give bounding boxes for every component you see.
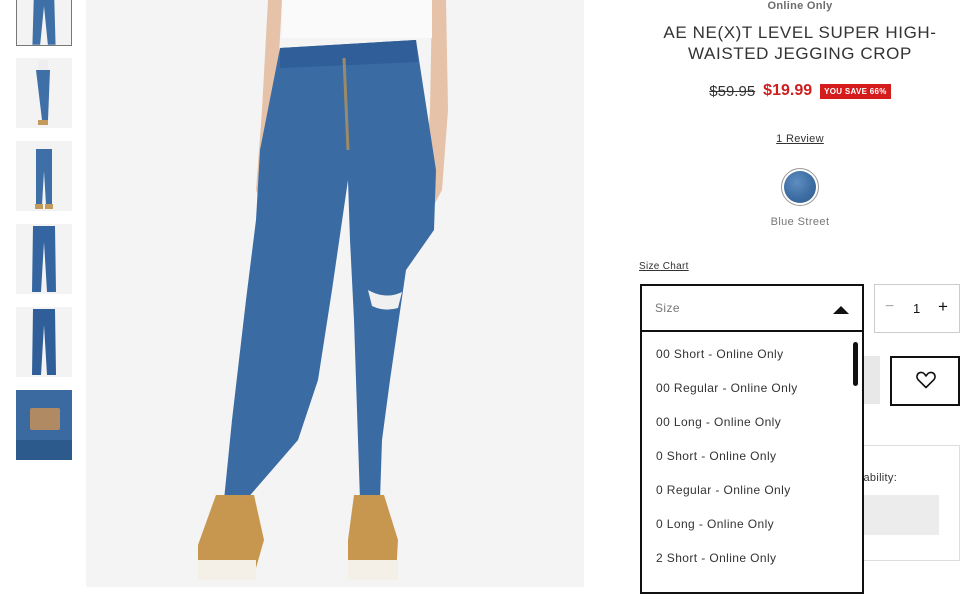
quantity-stepper: − 1 +: [874, 284, 960, 333]
reviews-link[interactable]: 1 Review: [640, 133, 960, 145]
size-option[interactable]: 00 Short - Online Only: [656, 347, 784, 361]
add-to-bag-button[interactable]: [862, 356, 880, 404]
thumbnail-flat-back[interactable]: [16, 307, 72, 377]
original-price: $59.95: [709, 82, 756, 100]
thumbnail-front-top[interactable]: [16, 0, 72, 46]
caret-up-icon: [833, 306, 849, 314]
wishlist-button[interactable]: [890, 356, 960, 406]
thumbnail-label-detail[interactable]: [16, 390, 72, 460]
color-swatch-blue-street[interactable]: [781, 168, 819, 206]
heart-icon: [916, 371, 936, 389]
thumbnail-side[interactable]: [16, 58, 72, 128]
store-search-input[interactable]: [862, 495, 939, 535]
price-row: $59.95 $19.99 YOU SAVE 66%: [640, 82, 960, 100]
size-select[interactable]: Size: [640, 284, 864, 332]
main-product-image: [86, 0, 584, 587]
size-option[interactable]: 2 Short - Online Only: [656, 551, 776, 565]
size-dropdown-list: 00 Short - Online Only 00 Regular - Onli…: [640, 332, 864, 594]
product-title: AE NE(X)T LEVEL SUPER HIGH-WAISTED JEGGI…: [663, 23, 937, 63]
savings-badge: YOU SAVE 66%: [820, 83, 891, 99]
online-only-label: Online Only: [767, 0, 833, 12]
size-option[interactable]: 0 Long - Online Only: [656, 517, 774, 531]
quantity-increase-button[interactable]: +: [938, 297, 948, 317]
quantity-value: 1: [913, 301, 921, 316]
size-option[interactable]: 0 Short - Online Only: [656, 449, 776, 463]
thumbnail-front-full[interactable]: [16, 141, 72, 211]
sale-price: $19.99: [763, 82, 813, 99]
size-option[interactable]: 00 Regular - Online Only: [656, 381, 798, 395]
dropdown-scrollbar[interactable]: [853, 342, 858, 386]
thumbnail-flat-front[interactable]: [16, 224, 72, 294]
size-option[interactable]: 00 Long - Online Only: [656, 415, 781, 429]
swatch-fill: [784, 171, 816, 203]
size-chart-link[interactable]: Size Chart: [639, 261, 689, 272]
size-option[interactable]: 0 Regular - Online Only: [656, 483, 791, 497]
color-name: Blue Street: [770, 216, 830, 228]
size-select-placeholder: Size: [655, 301, 680, 315]
quantity-decrease-button[interactable]: −: [885, 298, 894, 316]
